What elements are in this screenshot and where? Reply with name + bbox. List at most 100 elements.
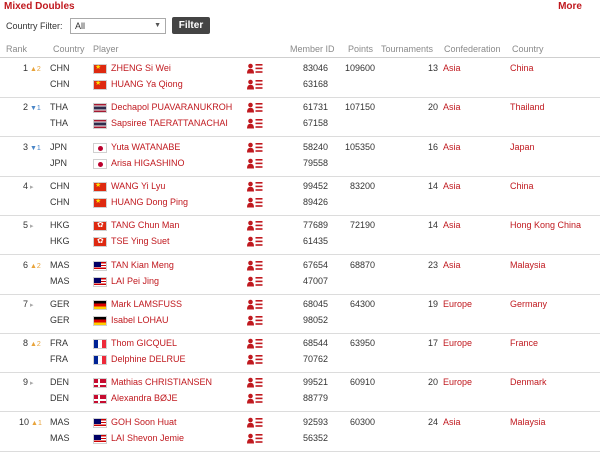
player-country-code: MAS [50, 416, 70, 427]
player-country-code: DEN [50, 377, 70, 388]
player-country-code: MAS [50, 259, 70, 270]
player-profile-icon[interactable] [247, 393, 263, 404]
ranking-row: 4▸CHNWANG Yi Lyu99452CHNHUANG Dong Ping8… [0, 176, 600, 216]
table-header: Rank Country Player Member ID Points Tou… [0, 42, 600, 58]
player-name-link[interactable]: Delphine DELRUE [111, 354, 186, 364]
player-profile-icon[interactable] [247, 377, 263, 388]
player-name-link[interactable]: LAI Pei Jing [111, 276, 159, 286]
country-name-link[interactable]: China [510, 181, 534, 191]
country-name-link[interactable]: Malaysia [510, 260, 546, 270]
player-country-code: CHN [50, 63, 70, 73]
player-name-link[interactable]: ZHENG Si Wei [111, 63, 171, 73]
player-profile-icon[interactable] [247, 236, 263, 247]
country-filter-label: Country Filter: [6, 21, 63, 31]
confederation-link[interactable]: Asia [443, 260, 461, 270]
country-name-link[interactable]: Thailand [510, 102, 545, 112]
points-value: 68870 [349, 259, 375, 270]
player-profile-icon[interactable] [247, 79, 263, 90]
confederation-link[interactable]: Europe [443, 338, 472, 348]
country-name-link[interactable]: Hong Kong China [510, 220, 581, 230]
country-name-link[interactable]: Japan [510, 142, 535, 152]
member-id: 99521 [302, 377, 328, 388]
widget-header: Mixed Doubles More [0, 0, 600, 14]
player-profile-icon[interactable] [247, 118, 263, 129]
ranking-row: 10 ▲1 MAS GOH Soon Huat 92593 MAS LAI Shevon J… [0, 412, 600, 452]
player-name-link[interactable]: Sapsiree TAERATTANACHAI [111, 118, 228, 128]
player-name-link[interactable]: Arisa HIGASHINO [111, 158, 185, 168]
country-name-link[interactable]: Denmark [510, 377, 547, 387]
player-profile-icon[interactable] [247, 220, 263, 231]
member-id: 99452 [302, 180, 328, 191]
member-id: 63168 [302, 79, 328, 89]
player-name-link[interactable]: Alexandra BØJE [111, 393, 178, 403]
member-id: 58240 [302, 141, 328, 152]
player-name-link[interactable]: HUANG Dong Ping [111, 197, 188, 207]
member-id: 61731 [302, 102, 328, 113]
player-name-link[interactable]: Dechapol PUAVARANUKROH [111, 102, 232, 112]
ranking-row: 1▲2CHNZHENG Si Wei83046CHNHUANG Ya Qiong… [0, 58, 600, 98]
country-name-link[interactable]: Germany [510, 299, 547, 309]
column-header-member-id: Member ID [290, 44, 335, 54]
player-name-link[interactable]: Isabel LOHAU [111, 315, 169, 325]
more-link[interactable]: More [558, 1, 582, 12]
player-name-link[interactable]: Yuta WATANABE [111, 142, 180, 152]
player-name-link[interactable]: Thom GICQUEL [111, 338, 177, 348]
player-profile-icon[interactable] [247, 354, 263, 365]
tournaments-count: 20 [427, 102, 438, 113]
country-name-link[interactable]: France [510, 338, 538, 348]
player-country-code: FRA [50, 354, 68, 365]
player-name-link[interactable]: Mathias CHRISTIANSEN [111, 377, 212, 387]
confederation-link[interactable]: Asia [443, 142, 461, 152]
player-country-code: CHN [50, 196, 70, 207]
player-name-link[interactable]: Mark LAMSFUSS [111, 299, 182, 309]
ranking-row: 5▸HKGTANG Chun Man77689HKGTSE Ying Suet6… [0, 215, 600, 256]
filter-bar: Country Filter: All ▼ Filter [0, 16, 600, 36]
ranking-row: 6 ▲2 MAS TAN Kian Meng 67654 MAS LAI Pei Jing 4… [0, 255, 600, 295]
confederation-link[interactable]: Europe [443, 299, 472, 309]
player-profile-icon[interactable] [247, 338, 263, 349]
player-profile-icon[interactable] [247, 433, 263, 444]
player-profile-icon[interactable] [247, 197, 263, 208]
column-header-tournaments: Tournaments [381, 44, 434, 54]
confederation-link[interactable]: Asia [443, 417, 461, 427]
player-profile-icon[interactable] [247, 181, 263, 192]
tournaments-count: 17 [427, 338, 438, 349]
player-name-link[interactable]: HUANG Ya Qiong [111, 79, 183, 89]
player-name-link[interactable]: LAI Shevon Jemie [111, 433, 184, 443]
filter-button[interactable]: Filter [172, 17, 210, 34]
confederation-link[interactable]: Asia [443, 63, 461, 73]
player-country-code: HKG [50, 236, 70, 247]
player-country-code: CHN [50, 180, 70, 191]
player-line: HKG TSE Ying Suet 61435 [0, 235, 600, 249]
player-name-link[interactable]: GOH Soon Huat [111, 417, 177, 427]
confederation-link[interactable]: Asia [443, 102, 461, 112]
confederation-link[interactable]: Asia [443, 220, 461, 230]
player-profile-icon[interactable] [247, 63, 263, 74]
player-name-link[interactable]: TSE Ying Suet [111, 236, 170, 246]
player-profile-icon[interactable] [247, 158, 263, 169]
player-profile-icon[interactable] [247, 315, 263, 326]
player-name-link[interactable]: WANG Yi Lyu [111, 181, 165, 191]
player-line: THA Sapsiree TAERATTANACHAI 67158 [0, 117, 600, 131]
player-name-link[interactable]: TAN Kian Meng [111, 260, 174, 270]
confederation-link[interactable]: Europe [443, 377, 472, 387]
confederation-link[interactable]: Asia [443, 181, 461, 191]
player-country-code: GER [50, 314, 70, 325]
player-profile-icon[interactable] [247, 102, 263, 113]
member-id: 92593 [302, 416, 328, 427]
flag-ger-icon [93, 299, 107, 310]
player-profile-icon[interactable] [247, 299, 263, 310]
points-value: 105350 [344, 141, 375, 152]
country-name-link[interactable]: China [510, 63, 534, 73]
player-profile-icon[interactable] [247, 260, 263, 271]
player-profile-icon[interactable] [247, 142, 263, 153]
player-line: JPN Arisa HIGASHINO 79558 [0, 157, 600, 171]
player-profile-icon[interactable] [247, 417, 263, 428]
country-name-link[interactable]: Malaysia [510, 417, 546, 427]
player-name-link[interactable]: TANG Chun Man [111, 220, 179, 230]
tournaments-count: 13 [427, 63, 438, 73]
country-filter-select[interactable]: All ▼ [70, 18, 166, 34]
player-profile-icon[interactable] [247, 276, 263, 287]
points-value: 63950 [349, 338, 375, 349]
column-header-country: Country [53, 44, 85, 54]
